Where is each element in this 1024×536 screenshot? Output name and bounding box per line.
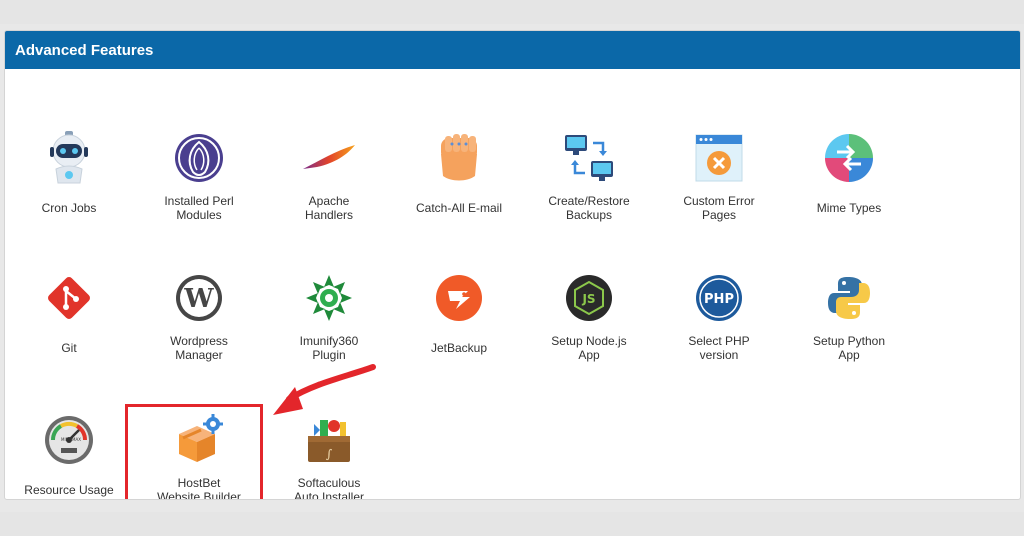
feather-icon <box>300 129 358 187</box>
computers-sync-icon <box>560 129 618 187</box>
tile-label: Custom Error Pages <box>683 194 755 222</box>
tile-softaculous-auto-installer[interactable]: ∫ Softaculous Auto Installer <box>267 411 391 500</box>
svg-text:W: W <box>183 284 214 314</box>
wordpress-icon: W <box>170 269 228 327</box>
tile-installed-perl-modules[interactable]: Installed Perl Modules <box>137 129 261 259</box>
tile-label: HostBet Website Builder <box>157 476 241 500</box>
tile-label: Wordpress Manager <box>170 334 228 362</box>
tile-label: Cron Jobs <box>41 201 97 215</box>
tile-setup-nodejs-app[interactable]: JS Setup Node.js App <box>527 269 651 399</box>
python-icon <box>820 269 878 327</box>
tile-label: Mime Types <box>816 201 882 215</box>
fist-icon <box>430 129 488 187</box>
nodejs-icon: JS <box>560 269 618 327</box>
tile-label: Installed Perl Modules <box>164 194 234 222</box>
tile-label: Resource Usage <box>24 483 114 497</box>
php-icon: PHP <box>690 269 748 327</box>
tile-label: Apache Handlers <box>304 194 354 222</box>
feature-grid: Cron Jobs Installed Perl Modules Apache … <box>5 69 1020 499</box>
error-page-icon <box>690 129 748 187</box>
gauge-icon: MIN MAX <box>40 411 98 469</box>
jetbackup-icon <box>430 269 488 327</box>
onion-icon <box>170 129 228 187</box>
tile-git[interactable]: Git <box>7 269 131 399</box>
tile-mime-types[interactable]: Mime Types <box>787 129 911 259</box>
tile-jetbackup[interactable]: JetBackup <box>397 269 521 399</box>
svg-text:PHP: PHP <box>704 292 734 307</box>
softaculous-icon: ∫ <box>300 411 358 469</box>
tile-label: JetBackup <box>430 341 488 355</box>
tile-apache-handlers[interactable]: Apache Handlers <box>267 129 391 259</box>
tile-cron-jobs[interactable]: Cron Jobs <box>7 129 131 259</box>
tile-setup-python-app[interactable]: Setup Python App <box>787 269 911 399</box>
tile-label: Git <box>61 341 77 355</box>
gauge-max-text: MAX <box>72 437 81 442</box>
tile-label: Imunify360 Plugin <box>299 334 359 362</box>
bottom-strip <box>0 512 1024 536</box>
tile-select-php-version[interactable]: PHP Select PHP version <box>657 269 781 399</box>
imunify-icon <box>300 269 358 327</box>
tile-create-restore-backups[interactable]: Create/Restore Backups <box>527 129 651 259</box>
tile-custom-error-pages[interactable]: Custom Error Pages <box>657 129 781 259</box>
advanced-features-panel: Advanced Features Cron Jobs Installed Pe… <box>4 30 1021 500</box>
tile-label: Setup Python App <box>812 334 886 362</box>
svg-text:∫: ∫ <box>326 447 333 461</box>
tile-label: Softaculous Auto Installer <box>293 476 365 500</box>
tile-imunify360-plugin[interactable]: Imunify360 Plugin <box>267 269 391 399</box>
robot-icon <box>40 129 98 187</box>
box-gear-icon <box>170 411 228 469</box>
top-strip <box>0 0 1024 24</box>
tile-hostbet-website-builder[interactable]: HostBet Website Builder <box>137 411 261 500</box>
tile-catch-all-email[interactable]: Catch-All E-mail <box>397 129 521 259</box>
tile-label: Catch-All E-mail <box>415 201 502 215</box>
panel-title: Advanced Features <box>5 31 1020 69</box>
tile-wordpress-manager[interactable]: W Wordpress Manager <box>137 269 261 399</box>
mime-icon <box>820 129 878 187</box>
git-icon <box>40 269 98 327</box>
tile-label: Setup Node.js App <box>551 334 627 362</box>
gauge-min-text: MIN <box>61 437 69 442</box>
tile-resource-usage[interactable]: MIN MAX Resource Usage <box>7 411 131 499</box>
tile-label: Create/Restore Backups <box>548 194 630 222</box>
tile-label: Select PHP version <box>688 334 750 362</box>
svg-text:JS: JS <box>581 292 595 306</box>
